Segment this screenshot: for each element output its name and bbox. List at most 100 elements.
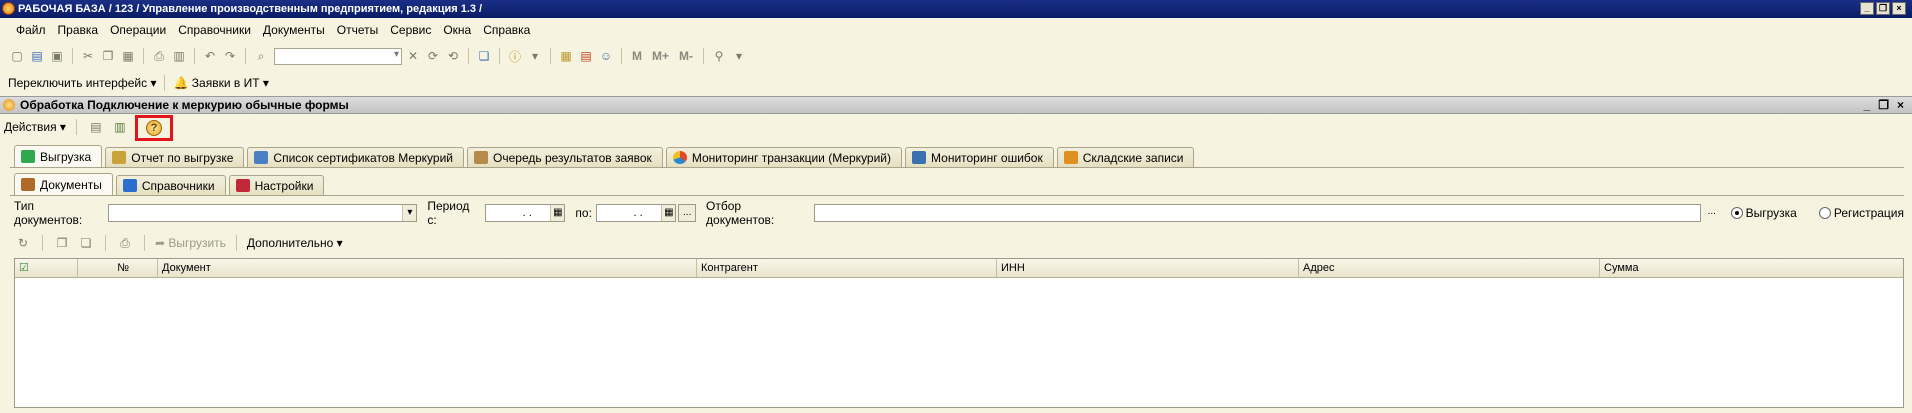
redo-icon[interactable]: ↷: [221, 47, 239, 65]
doc-close-button[interactable]: ×: [1897, 98, 1904, 112]
select-all-icon[interactable]: ❐: [53, 234, 71, 252]
undo-icon[interactable]: ↶: [201, 47, 219, 65]
print-icon[interactable]: ⎙: [116, 234, 134, 252]
close-button[interactable]: ×: [1892, 2, 1906, 15]
column-header-counterparty[interactable]: Контрагент: [697, 259, 997, 277]
search-combo[interactable]: [274, 47, 402, 65]
memory-plus-button[interactable]: M+: [648, 49, 673, 63]
dropdown-arrow-icon[interactable]: ▾: [730, 47, 748, 65]
doc-filter-select-button[interactable]: ...: [1703, 204, 1721, 222]
documents-table[interactable]: ☑ № Документ Контрагент ИНН Адрес Сумма: [14, 258, 1904, 408]
radio-unload[interactable]: Выгрузка: [1730, 206, 1797, 220]
tab-documents[interactable]: Документы: [14, 173, 113, 195]
menu-file[interactable]: Файл: [10, 23, 52, 37]
tab-transaction-monitoring[interactable]: Мониторинг транзакции (Меркурий): [665, 147, 903, 167]
copy-icon[interactable]: ❐: [99, 47, 117, 65]
menu-catalogs[interactable]: Справочники: [172, 23, 257, 37]
interface-toolbar: Переключить интерфейс ▾ 🔔 Заявки в ИТ ▾: [0, 72, 1912, 94]
column-header-document[interactable]: Документ: [158, 259, 697, 277]
calendar-icon[interactable]: ▦: [661, 205, 676, 221]
help-button-highlight[interactable]: ?: [134, 115, 173, 141]
search-icon[interactable]: ⌕: [252, 47, 270, 65]
tab-request-queue[interactable]: Очередь результатов заявок: [467, 147, 663, 167]
column-header-address[interactable]: Адрес: [1299, 259, 1600, 277]
column-header-amount[interactable]: Сумма: [1600, 259, 1903, 277]
tab-catalogs[interactable]: Справочники: [115, 175, 226, 195]
radio-unload-indicator[interactable]: [1730, 207, 1743, 219]
period-select-button[interactable]: ...: [678, 204, 697, 222]
new-file-icon[interactable]: ▢: [8, 47, 26, 65]
memory-button[interactable]: M: [628, 49, 646, 63]
doc-filter-label: Отбор документов:: [706, 199, 775, 227]
menu-help[interactable]: Справка: [477, 23, 536, 37]
print-icon[interactable]: ⎙: [150, 47, 168, 65]
tab-unload[interactable]: Выгрузка: [14, 145, 103, 167]
deselect-all-icon[interactable]: ❏: [77, 234, 95, 252]
clear-search-icon[interactable]: ✕: [404, 47, 422, 65]
certificates-icon: [254, 151, 269, 164]
open-form-icon[interactable]: ▤: [87, 118, 105, 136]
menu-service[interactable]: Сервис: [384, 23, 437, 37]
tab-warehouse-records[interactable]: Складские записи: [1056, 147, 1195, 167]
tab-error-monitoring[interactable]: Мониторинг ошибок: [905, 147, 1054, 167]
calculator-icon[interactable]: ▦: [557, 47, 575, 65]
restore-button[interactable]: ❐: [1876, 2, 1890, 15]
tab-unload-report[interactable]: Отчет по выгрузке: [105, 147, 245, 167]
column-header-number[interactable]: №: [78, 259, 158, 277]
paste-icon[interactable]: ▦: [119, 47, 137, 65]
period-from-value: . .: [522, 207, 532, 219]
save-icon[interactable]: ▣: [48, 47, 66, 65]
it-requests-button[interactable]: 🔔 Заявки в ИТ ▾: [173, 76, 268, 90]
menu-operations[interactable]: Операции: [104, 23, 172, 37]
doc-type-field[interactable]: ▾: [107, 204, 418, 222]
period-from-label: Период с:: [427, 199, 470, 227]
tabs-divider: [10, 167, 1904, 168]
tab-certificates-list[interactable]: Список сертификатов Меркурий: [247, 147, 465, 167]
doc-minimize-button[interactable]: _: [1864, 98, 1871, 112]
switch-interface-button[interactable]: Переключить интерфейс ▾: [8, 76, 156, 90]
cut-icon[interactable]: ✂: [79, 47, 97, 65]
unload-button-label: Выгрузить: [168, 236, 226, 250]
info-icon[interactable]: ⓘ: [506, 47, 524, 65]
period-to-value: . .: [633, 207, 643, 219]
tools-icon[interactable]: ⚲: [710, 47, 728, 65]
memory-minus-button[interactable]: M-: [675, 49, 697, 63]
switch-interface-label: Переключить интерфейс: [8, 76, 148, 90]
menu-reports[interactable]: Отчеты: [331, 23, 384, 37]
windows-icon[interactable]: ❏: [475, 47, 493, 65]
radio-registration[interactable]: Регистрация: [1818, 206, 1904, 220]
period-to-field[interactable]: . . ▦: [595, 204, 677, 222]
menu-windows[interactable]: Окна: [437, 23, 477, 37]
doc-restore-button[interactable]: ❐: [1878, 98, 1889, 112]
find-prev-icon[interactable]: ⟲: [444, 47, 462, 65]
chevron-down-icon[interactable]: ▾: [402, 205, 417, 221]
chevron-down-icon: ▾: [336, 236, 343, 250]
minimize-button[interactable]: _: [1860, 2, 1874, 15]
refresh-icon[interactable]: ↻: [14, 234, 32, 252]
users-icon[interactable]: ☺: [597, 47, 615, 65]
print-preview-icon[interactable]: ▥: [170, 47, 188, 65]
menu-documents[interactable]: Документы: [257, 23, 331, 37]
menu-edit[interactable]: Правка: [52, 23, 105, 37]
tab-settings[interactable]: Настройки: [228, 175, 325, 195]
column-header-mark[interactable]: ☑: [15, 259, 78, 277]
dropdown-arrow-icon[interactable]: ▾: [526, 47, 544, 65]
toolbar-divider: [499, 48, 500, 64]
toolbar-divider: [245, 48, 246, 64]
chevron-down-icon: ▾: [150, 76, 157, 90]
doc-filter-field[interactable]: [814, 204, 1701, 222]
extra-menu-button[interactable]: Дополнительно ▾: [247, 236, 343, 250]
copy-form-icon[interactable]: ▥: [111, 118, 129, 136]
column-header-inn[interactable]: ИНН: [997, 259, 1299, 277]
unload-button[interactable]: ➦ Выгрузить: [155, 236, 226, 250]
chevron-down-icon: ▾: [262, 76, 269, 90]
open-folder-icon[interactable]: ▤: [28, 47, 46, 65]
radio-registration-label: Регистрация: [1833, 206, 1904, 220]
actions-menu[interactable]: Действия ▾: [4, 120, 66, 134]
calendar-icon[interactable]: ▦: [550, 205, 565, 221]
tab-label: Список сертификатов Меркурий: [273, 150, 454, 165]
find-next-icon[interactable]: ⟳: [424, 47, 442, 65]
calendar-icon[interactable]: ▤: [577, 47, 595, 65]
period-from-field[interactable]: . . ▦: [484, 204, 566, 222]
radio-registration-indicator[interactable]: [1818, 207, 1831, 219]
